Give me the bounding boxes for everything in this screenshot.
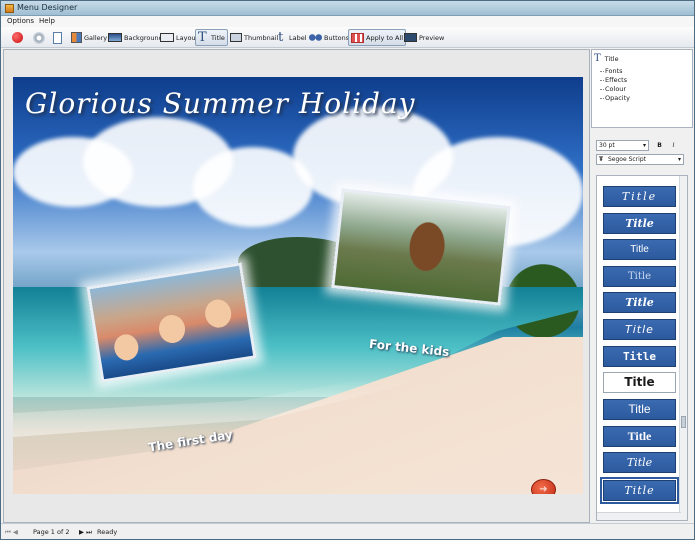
app-icon <box>5 4 14 13</box>
label-icon: t <box>278 30 284 45</box>
tree-item-opacity[interactable]: Opacity <box>599 94 630 102</box>
play-arrow-icon: ➜ <box>539 484 548 494</box>
disc-icon <box>33 31 45 44</box>
gallery-horizontal-scrollbar[interactable] <box>597 512 681 520</box>
scrollbar-thumb[interactable] <box>681 416 686 428</box>
thumbnail-icon <box>230 33 242 42</box>
title-style-swatch[interactable]: Title <box>603 186 676 207</box>
preview-button[interactable]: Preview <box>401 29 447 46</box>
title-style-swatch[interactable]: Title <box>603 239 676 260</box>
font-icon: Ŧ <box>599 156 604 163</box>
buttons-button[interactable]: Buttons <box>306 29 352 46</box>
gallery-icon <box>71 32 82 43</box>
thumbnail-for-kids[interactable] <box>331 188 511 306</box>
title-style-swatch[interactable]: Title <box>603 292 676 313</box>
dinosaur-figure <box>392 215 460 292</box>
font-controls: 30 pt B I Ŧ Segoe Script <box>591 135 693 170</box>
title-style-swatch[interactable]: Title <box>603 346 676 367</box>
title-icon: T <box>198 30 207 45</box>
document-icon <box>53 31 62 44</box>
title-icon: T <box>594 53 601 64</box>
font-name-select[interactable]: Ŧ Segoe Script <box>596 154 684 165</box>
title-style-swatch[interactable]: Title <box>603 452 676 473</box>
gallery-vertical-scrollbar[interactable] <box>679 176 687 520</box>
title-style-gallery: Title Title Title Title Title Title Titl… <box>596 175 688 521</box>
font-size-select[interactable]: 30 pt <box>596 140 649 151</box>
title-style-swatch[interactable]: Title <box>603 372 676 393</box>
next-page-icon[interactable]: ▶ ⏭ <box>79 528 92 537</box>
title-style-swatch[interactable]: Title <box>603 426 676 447</box>
title-style-swatch-selected[interactable]: Title <box>600 477 679 504</box>
layout-icon <box>160 33 174 42</box>
record-button[interactable] <box>9 29 26 46</box>
menu-help[interactable]: Help <box>39 17 55 25</box>
title-style-swatch[interactable]: Title <box>603 266 676 287</box>
status-text: Ready <box>97 528 118 536</box>
prev-page-icon[interactable]: ⏮ ◀ <box>5 528 18 537</box>
child-face <box>156 313 188 345</box>
play-button[interactable]: ➜ <box>531 479 556 494</box>
title-button[interactable]: T Title <box>195 29 228 46</box>
menu-title[interactable]: Glorious Summer Holiday <box>25 87 415 120</box>
apply-all-icon <box>351 32 364 43</box>
title-bar[interactable]: Menu Designer <box>1 1 694 16</box>
properties-tree: T Title Fonts Effects Colour Opacity <box>591 49 693 128</box>
tree-item-effects[interactable]: Effects <box>599 76 627 84</box>
page-indicator: Page 1 of 2 <box>33 528 70 536</box>
design-area: Glorious Summer Holiday The first day Fo… <box>3 49 590 523</box>
properties-pane: T Title Fonts Effects Colour Opacity 30 … <box>591 49 693 523</box>
preview-icon <box>404 33 417 42</box>
buttons-icon <box>309 34 322 41</box>
menu-designer-window: Menu Designer Options Help Gallery Backg… <box>0 0 695 540</box>
title-style-swatch[interactable]: Title <box>603 213 676 234</box>
disc-button[interactable] <box>30 29 48 46</box>
tree-item-fonts[interactable]: Fonts <box>600 67 623 75</box>
bold-button[interactable]: B <box>654 140 665 151</box>
child-face <box>112 332 141 363</box>
toolbar: Gallery Background Layout T Title Thumbn… <box>1 27 694 48</box>
apply-to-all-button[interactable]: Apply to All <box>348 29 407 46</box>
label-button[interactable]: t Label <box>275 29 310 46</box>
thumbnail-button[interactable]: Thumbnail <box>227 29 281 46</box>
tree-item-colour[interactable]: Colour <box>599 85 626 93</box>
gallery-button[interactable]: Gallery <box>68 29 110 46</box>
menu-options[interactable]: Options <box>7 17 34 25</box>
italic-button[interactable]: I <box>668 140 679 151</box>
record-icon <box>12 32 23 43</box>
menu-bar: Options Help <box>1 16 694 27</box>
menu-canvas[interactable]: Glorious Summer Holiday The first day Fo… <box>13 77 583 494</box>
title-style-swatch[interactable]: Title <box>603 399 676 420</box>
status-bar: ⏮ ◀ Page 1 of 2 ▶ ⏭ Ready <box>1 523 694 539</box>
title-style-swatch[interactable]: Title <box>603 319 676 340</box>
tree-root-title[interactable]: T Title <box>594 53 619 64</box>
background-icon <box>108 33 122 42</box>
child-face <box>203 297 234 330</box>
document-button[interactable] <box>50 29 65 46</box>
window-title: Menu Designer <box>17 3 78 12</box>
